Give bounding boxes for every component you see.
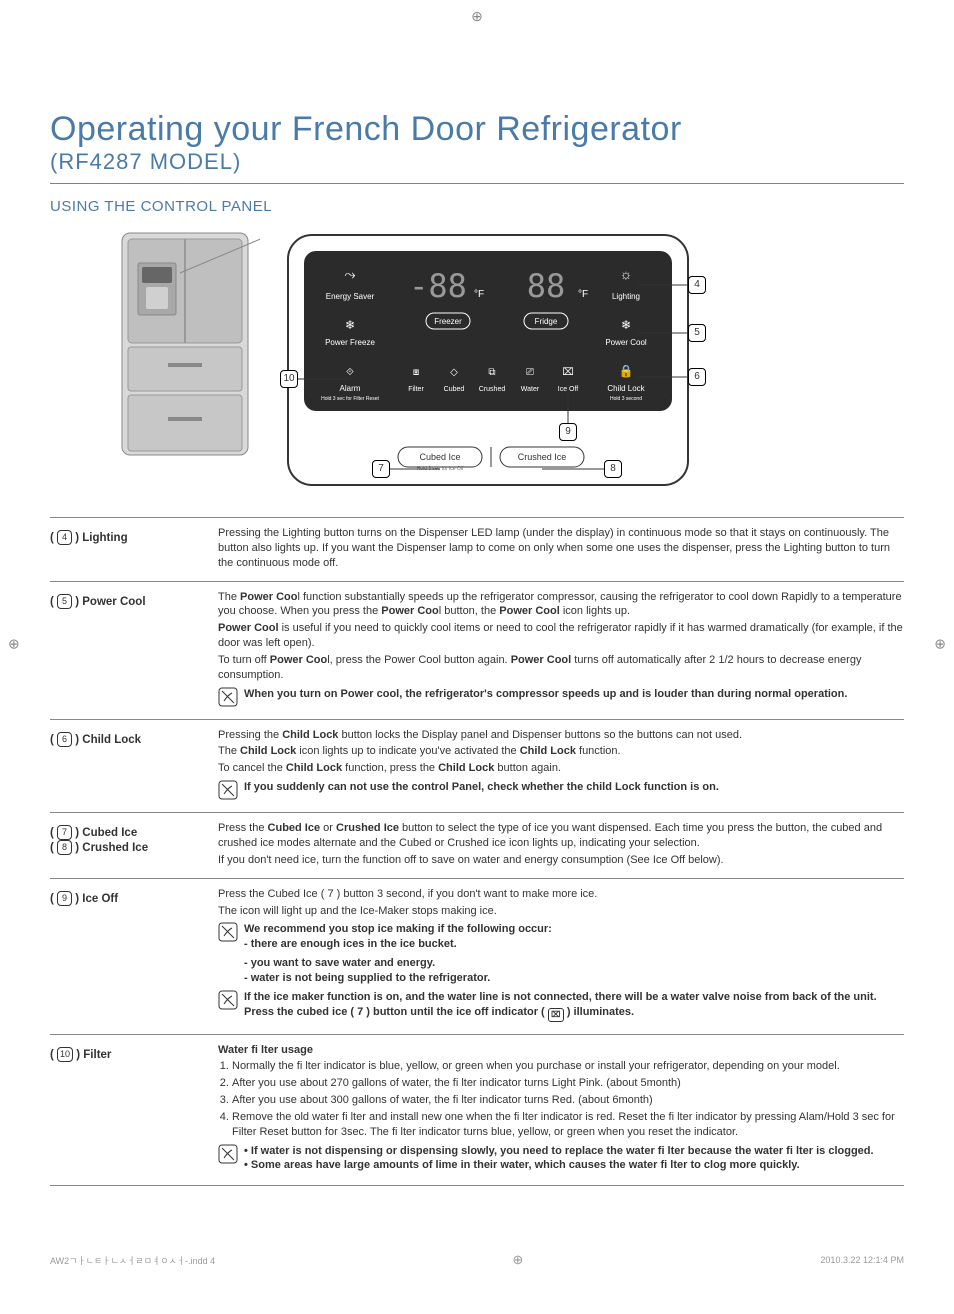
svg-text:Water: Water bbox=[521, 386, 540, 393]
svg-text:°F: °F bbox=[578, 289, 588, 300]
feature-key-lighting: ( 4 ) Lighting bbox=[50, 526, 200, 573]
svg-text:Lighting: Lighting bbox=[612, 292, 640, 301]
table-row: ( 9 ) Ice Off Press the Cubed Ice ( 7 ) … bbox=[50, 879, 904, 1035]
feature-key-ice-type: ( 7 ) Cubed Ice ( 8 ) Crushed Ice bbox=[50, 821, 200, 870]
table-row: ( 5 ) Power Cool The Power Cool function… bbox=[50, 582, 904, 720]
feature-desc-lighting: Pressing the Lighting button turns on th… bbox=[218, 526, 904, 573]
footer-filename: AW2ㄱㅏㄴㅌㅏㄴㅅㅓㄹㅁㅕㅇㅅㅓ-.indd 4 bbox=[50, 1254, 215, 1267]
table-row: ( 10 ) Filter Water fi lter usage Normal… bbox=[50, 1035, 904, 1187]
feature-desc-power-cool: The Power Cool function substantially sp… bbox=[218, 590, 904, 711]
svg-text:⌧: ⌧ bbox=[562, 367, 574, 378]
note-icon bbox=[218, 687, 238, 707]
feature-desc-ice-type: Press the Cubed Ice or Crushed Ice butto… bbox=[218, 821, 904, 870]
svg-text:⤳: ⤳ bbox=[344, 266, 355, 282]
svg-text:Hold 3 sec for Filter Reset: Hold 3 sec for Filter Reset bbox=[321, 396, 379, 402]
svg-text:◇: ◇ bbox=[450, 367, 458, 378]
figure-row: ⤳ Energy Saver ☼ Lighting -88 °F 88 °F ❄… bbox=[50, 225, 904, 495]
svg-text:Cubed Ice: Cubed Ice bbox=[419, 452, 460, 462]
refrigerator-illustration bbox=[110, 225, 260, 465]
svg-text:⎚: ⎚ bbox=[526, 367, 534, 378]
feature-table: ( 4 ) Lighting Pressing the Lighting but… bbox=[50, 517, 904, 1186]
feature-key-ice-off: ( 9 ) Ice Off bbox=[50, 887, 200, 1026]
registration-mark-icon: ⊕ bbox=[471, 8, 483, 25]
svg-text:Alarm: Alarm bbox=[340, 384, 361, 393]
svg-text:🔒: 🔒 bbox=[619, 364, 634, 378]
ice-off-indicator-icon: ⌧ bbox=[548, 1008, 564, 1022]
callout-5: 5 bbox=[688, 324, 706, 342]
svg-text:Power Freeze: Power Freeze bbox=[325, 338, 375, 347]
divider bbox=[50, 183, 904, 184]
svg-text:⧆: ⧆ bbox=[413, 367, 419, 378]
callout-8: 8 bbox=[604, 460, 622, 478]
registration-mark-icon: ⊕ bbox=[8, 636, 20, 653]
svg-text:❄: ❄ bbox=[621, 318, 631, 332]
svg-text:Crushed Ice: Crushed Ice bbox=[518, 452, 567, 462]
feature-desc-filter: Water fi lter usage Normally the fi lter… bbox=[218, 1043, 904, 1178]
registration-mark-icon: ⊕ bbox=[934, 636, 946, 653]
note-icon bbox=[218, 1144, 238, 1164]
svg-text:°F: °F bbox=[474, 289, 484, 300]
page-title: Operating your French Door Refrigerator bbox=[50, 110, 904, 149]
callout-9: 9 bbox=[559, 423, 577, 441]
feature-desc-child-lock: Pressing the Child Lock button locks the… bbox=[218, 728, 904, 805]
callout-10: 10 bbox=[280, 370, 298, 388]
svg-text:☼: ☼ bbox=[620, 266, 633, 282]
registration-mark-icon: ⊕ bbox=[512, 1252, 523, 1268]
model-subtitle: (RF4287 MODEL) bbox=[50, 149, 904, 175]
feature-desc-ice-off: Press the Cubed Ice ( 7 ) button 3 secon… bbox=[218, 887, 904, 1026]
svg-text:Cubed: Cubed bbox=[444, 386, 465, 393]
svg-text:Child Lock: Child Lock bbox=[607, 384, 645, 393]
feature-key-power-cool: ( 5 ) Power Cool bbox=[50, 590, 200, 711]
feature-key-child-lock: ( 6 ) Child Lock bbox=[50, 728, 200, 805]
svg-text:Freezer: Freezer bbox=[434, 317, 462, 326]
svg-text:Power Cool: Power Cool bbox=[605, 338, 647, 347]
svg-text:Energy Saver: Energy Saver bbox=[326, 292, 375, 301]
svg-text:Ice Off: Ice Off bbox=[558, 386, 579, 393]
svg-text:88: 88 bbox=[527, 267, 566, 305]
svg-text:Filter: Filter bbox=[408, 386, 424, 393]
table-row: ( 7 ) Cubed Ice ( 8 ) Crushed Ice Press … bbox=[50, 813, 904, 879]
note-icon bbox=[218, 922, 238, 942]
svg-text:Fridge: Fridge bbox=[535, 317, 558, 326]
print-footer: AW2ㄱㅏㄴㅌㅏㄴㅅㅓㄹㅁㅕㅇㅅㅓ-.indd 4 ⊕ 2010.3.22 12… bbox=[50, 1246, 904, 1268]
feature-key-filter: ( 10 ) Filter bbox=[50, 1043, 200, 1178]
note-icon bbox=[218, 780, 238, 800]
svg-text:Crushed: Crushed bbox=[479, 386, 506, 393]
svg-text:❄: ❄ bbox=[345, 318, 355, 332]
note-icon bbox=[218, 990, 238, 1010]
control-panel-illustration: ⤳ Energy Saver ☼ Lighting -88 °F 88 °F ❄… bbox=[278, 225, 708, 495]
table-row: ( 4 ) Lighting Pressing the Lighting but… bbox=[50, 518, 904, 582]
svg-text:-88: -88 bbox=[409, 267, 467, 305]
callout-7: 7 bbox=[372, 460, 390, 478]
footer-timestamp: 2010.3.22 12:1:4 PM bbox=[820, 1255, 904, 1265]
svg-text:Hold 3 second: Hold 3 second bbox=[610, 396, 642, 402]
table-row: ( 6 ) Child Lock Pressing the Child Lock… bbox=[50, 720, 904, 814]
svg-text:⧉: ⧉ bbox=[488, 367, 495, 378]
callout-4: 4 bbox=[688, 276, 706, 294]
svg-text:⟐: ⟐ bbox=[346, 367, 354, 378]
callout-6: 6 bbox=[688, 368, 706, 386]
section-heading: USING THE CONTROL PANEL bbox=[50, 198, 904, 215]
